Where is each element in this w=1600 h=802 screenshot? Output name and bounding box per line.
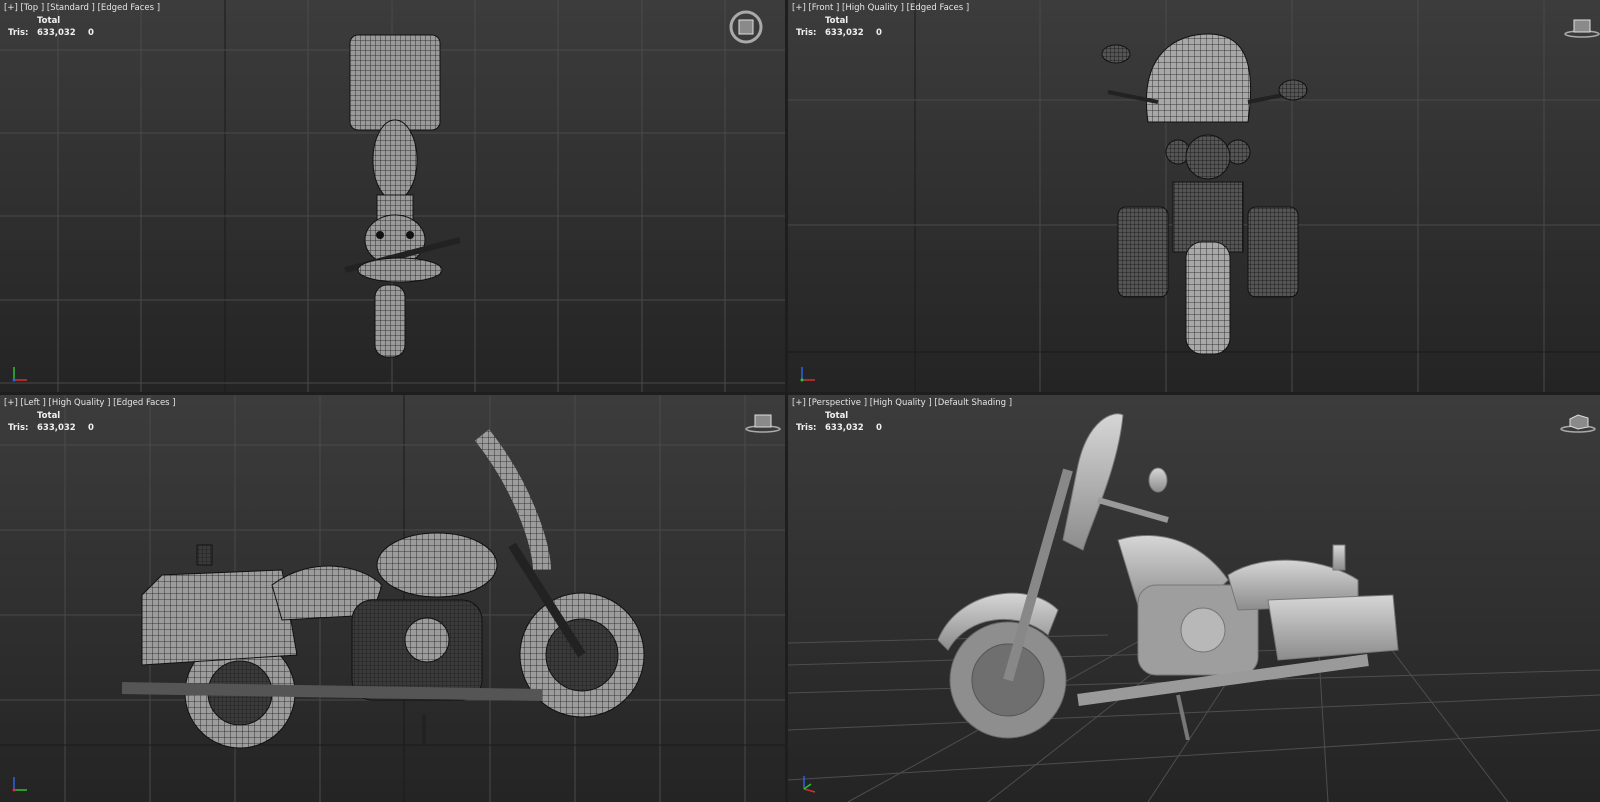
- stats-header: Total: [825, 16, 849, 26]
- axis-tripod-icon: [803, 776, 816, 793]
- stats-tris-selected: 0: [88, 423, 94, 433]
- viewport-menu-plus[interactable]: [+]: [792, 3, 806, 13]
- stats-tris-selected: 0: [876, 28, 882, 38]
- motorcycle-wireframe-front[interactable]: [1098, 32, 1318, 357]
- viewcube-icon[interactable]: [741, 411, 781, 433]
- viewport-quality[interactable]: [High Quality ]: [49, 398, 111, 408]
- stats-tris-value: 633,032: [825, 423, 864, 433]
- viewport-menu-plus[interactable]: [+]: [4, 398, 18, 408]
- viewport-label: [+] [Left ] [High Quality ] [Edged Faces…: [4, 398, 176, 408]
- viewport-label: [+] [Perspective ] [High Quality ] [Defa…: [792, 398, 1012, 408]
- viewport-front[interactable]: [+] [Front ] [High Quality ] [Edged Face…: [788, 0, 1600, 392]
- viewcube-icon[interactable]: [1558, 411, 1598, 433]
- viewport-shading[interactable]: [Edged Faces ]: [113, 398, 175, 408]
- viewport-left[interactable]: [+] [Left ] [High Quality ] [Edged Faces…: [0, 395, 785, 802]
- viewport-layout: [+] [Top ] [Standard ] [Edged Faces ] To…: [0, 0, 1600, 802]
- stats-header: Total: [37, 411, 61, 421]
- axis-tripod-icon: [12, 777, 27, 792]
- viewport-label: [+] [Top ] [Standard ] [Edged Faces ]: [4, 3, 160, 13]
- motorcycle-wireframe-top[interactable]: [330, 25, 480, 365]
- viewport-shading[interactable]: [Edged Faces ]: [98, 3, 160, 13]
- stats-header: Total: [37, 16, 61, 26]
- axis-tripod-icon: [12, 367, 27, 382]
- viewport-point-of-view[interactable]: [Left ]: [20, 398, 45, 408]
- viewcube-icon[interactable]: [729, 10, 763, 44]
- viewport-label: [+] [Front ] [High Quality ] [Edged Face…: [792, 3, 969, 13]
- axis-tripod-icon: [800, 367, 815, 382]
- stats-tris-selected: 0: [876, 423, 882, 433]
- viewport-quality[interactable]: [High Quality ]: [842, 3, 904, 13]
- viewport-point-of-view[interactable]: [Perspective ]: [808, 398, 867, 408]
- stats-tris-value: 633,032: [37, 28, 76, 38]
- viewport-point-of-view[interactable]: [Top ]: [20, 3, 44, 13]
- viewport-point-of-view[interactable]: [Front ]: [808, 3, 839, 13]
- stats-tris-label: Tris:: [796, 423, 817, 433]
- stats-tris-label: Tris:: [8, 28, 29, 38]
- stats-tris-value: 633,032: [825, 28, 864, 38]
- stats-tris-value: 633,032: [37, 423, 76, 433]
- stats-header: Total: [825, 411, 849, 421]
- viewport-menu-plus[interactable]: [+]: [4, 3, 18, 13]
- viewport-perspective[interactable]: [+] [Perspective ] [High Quality ] [Defa…: [788, 395, 1600, 802]
- stats-tris-label: Tris:: [8, 423, 29, 433]
- motorcycle-shaded-perspective[interactable]: [938, 410, 1408, 740]
- viewport-quality[interactable]: [High Quality ]: [870, 398, 932, 408]
- stats-tris-selected: 0: [88, 28, 94, 38]
- motorcycle-wireframe-left[interactable]: [122, 425, 652, 750]
- viewport-quality[interactable]: [Standard ]: [47, 3, 95, 13]
- viewport-shading[interactable]: [Edged Faces ]: [907, 3, 969, 13]
- viewport-menu-plus[interactable]: [+]: [792, 398, 806, 408]
- viewport-top[interactable]: [+] [Top ] [Standard ] [Edged Faces ] To…: [0, 0, 785, 392]
- stats-tris-label: Tris:: [796, 28, 817, 38]
- viewcube-icon[interactable]: [1560, 16, 1600, 38]
- viewport-shading[interactable]: [Default Shading ]: [934, 398, 1012, 408]
